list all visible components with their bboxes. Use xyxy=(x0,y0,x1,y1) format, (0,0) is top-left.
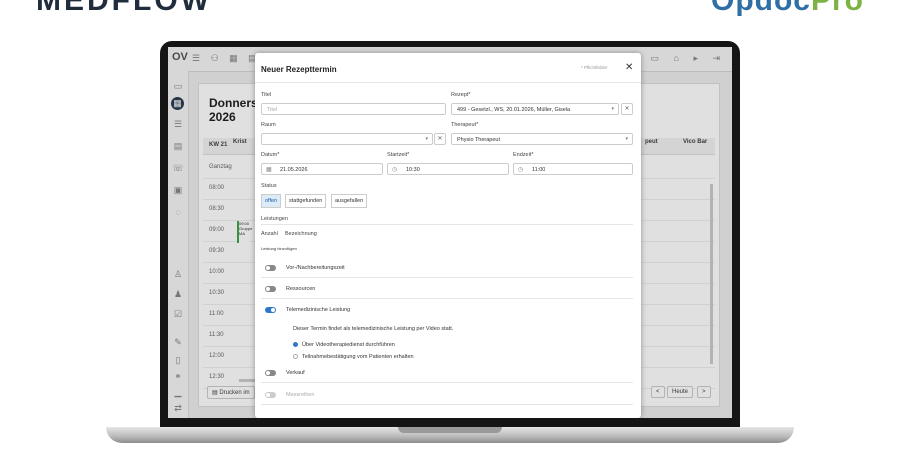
radio-label: Über Videotherapiedienst durchführen xyxy=(302,342,395,348)
raum-select[interactable]: ▾ xyxy=(261,133,433,145)
raum-label: Raum xyxy=(261,122,276,128)
add-leistung-link[interactable]: Leistung hinzufügen xyxy=(261,246,297,251)
datum-input[interactable]: ▦ 21.05.2026 xyxy=(261,163,383,175)
chevron-down-icon: ▾ xyxy=(611,106,614,112)
divider xyxy=(261,404,633,405)
toggle-ressourcen[interactable] xyxy=(265,286,276,292)
rezept-select[interactable]: 499 - Gesetzl., WS, 20.01.2026, Müller, … xyxy=(451,103,619,115)
brand-right-main: Opdoc xyxy=(710,0,811,17)
datum-value: 21.05.2026 xyxy=(280,167,308,173)
clock-icon: ◷ xyxy=(392,167,398,173)
endzeit-value: 11:00 xyxy=(532,167,546,173)
status-label: Status xyxy=(261,183,277,189)
endzeit-input[interactable]: ◷ 11:00 xyxy=(513,163,633,175)
calendar-icon: ▦ xyxy=(266,167,272,173)
status-option-ausgefallen[interactable]: ausgefallen xyxy=(331,194,368,208)
leistungen-label: Leistungen xyxy=(261,216,288,222)
toggle-label: Verkauf xyxy=(286,370,305,376)
tele-info-text: Dieser Termin findet als telemedizinisch… xyxy=(293,326,454,332)
toggle-verkauf[interactable] xyxy=(265,370,276,376)
clock-icon: ◷ xyxy=(518,167,524,173)
toggle-label: Vor-/Nachbereitungszeit xyxy=(286,265,345,271)
therapeut-value: Physio Therapeut xyxy=(457,137,501,143)
dialog-divider xyxy=(255,82,641,83)
toggle-telemedizin[interactable] xyxy=(265,307,276,313)
rezept-label: Rezept* xyxy=(451,92,471,98)
chevron-down-icon: ▾ xyxy=(425,136,428,142)
status-option-offen[interactable]: offen xyxy=(261,194,282,208)
toggle-messreihen[interactable] xyxy=(265,392,276,398)
chevron-down-icon: ▾ xyxy=(625,136,628,142)
toggle-label: Telemedizinische Leistung xyxy=(286,307,351,313)
therapeut-label: Therapeut* xyxy=(451,122,479,128)
endzeit-label: Endzeit* xyxy=(513,152,534,158)
toggle-label: Messreihen xyxy=(286,392,315,398)
laptop-notch xyxy=(398,427,502,433)
datum-label: Datum* xyxy=(261,152,280,158)
divider xyxy=(261,224,633,225)
brand-left: MEDFLOW xyxy=(36,0,212,17)
titel-placeholder: Titel xyxy=(267,107,278,113)
app-screen: OV ☰ ⚇ ▦ ▤ ▭ ⌂ ▸ ⇥ ▭ ▦ ☰ ▤ ☏ ▣ ◌ ♙ ♟ ☑ ✎… xyxy=(168,47,732,418)
rezept-clear-button[interactable]: ✕ xyxy=(621,103,633,115)
startzeit-label: Startzeit* xyxy=(387,152,410,158)
dialog-title: Neuer Rezepttermin xyxy=(261,65,337,74)
therapeut-select[interactable]: Physio Therapeut ▾ xyxy=(451,133,633,145)
rezept-value: 499 - Gesetzl., WS, 20.01.2026, Müller, … xyxy=(457,107,571,113)
startzeit-value: 10:30 xyxy=(406,167,420,173)
toggle-vor-nachbereitung[interactable] xyxy=(265,265,276,271)
radio-teilnahme[interactable] xyxy=(293,354,298,359)
divider xyxy=(261,298,633,299)
brand-right-accent: Pro xyxy=(810,0,864,17)
status-option-stattgefunden[interactable]: stattgefunden xyxy=(285,194,327,208)
brand-right: OpdocPro xyxy=(711,0,864,18)
radio-video-dienst[interactable] xyxy=(293,342,298,347)
close-icon[interactable]: ✕ xyxy=(625,62,633,73)
bezeichnung-header: Bezeichnung xyxy=(285,231,317,237)
appointment-dialog: Neuer Rezepttermin * Pflichtfelder ✕ Tit… xyxy=(255,53,641,418)
startzeit-input[interactable]: ◷ 10:30 xyxy=(387,163,509,175)
divider xyxy=(261,382,633,383)
toggle-label: Ressourcen xyxy=(286,286,316,292)
anzahl-header: Anzahl xyxy=(261,231,278,237)
required-note: * Pflichtfelder xyxy=(581,65,608,70)
radio-label: Teilnahmebestätigung vom Patienten erhal… xyxy=(302,354,414,360)
titel-input[interactable]: Titel xyxy=(261,103,446,115)
titel-label: Titel xyxy=(261,92,272,98)
raum-clear-button[interactable]: ✕ xyxy=(434,133,446,145)
divider xyxy=(261,277,633,278)
